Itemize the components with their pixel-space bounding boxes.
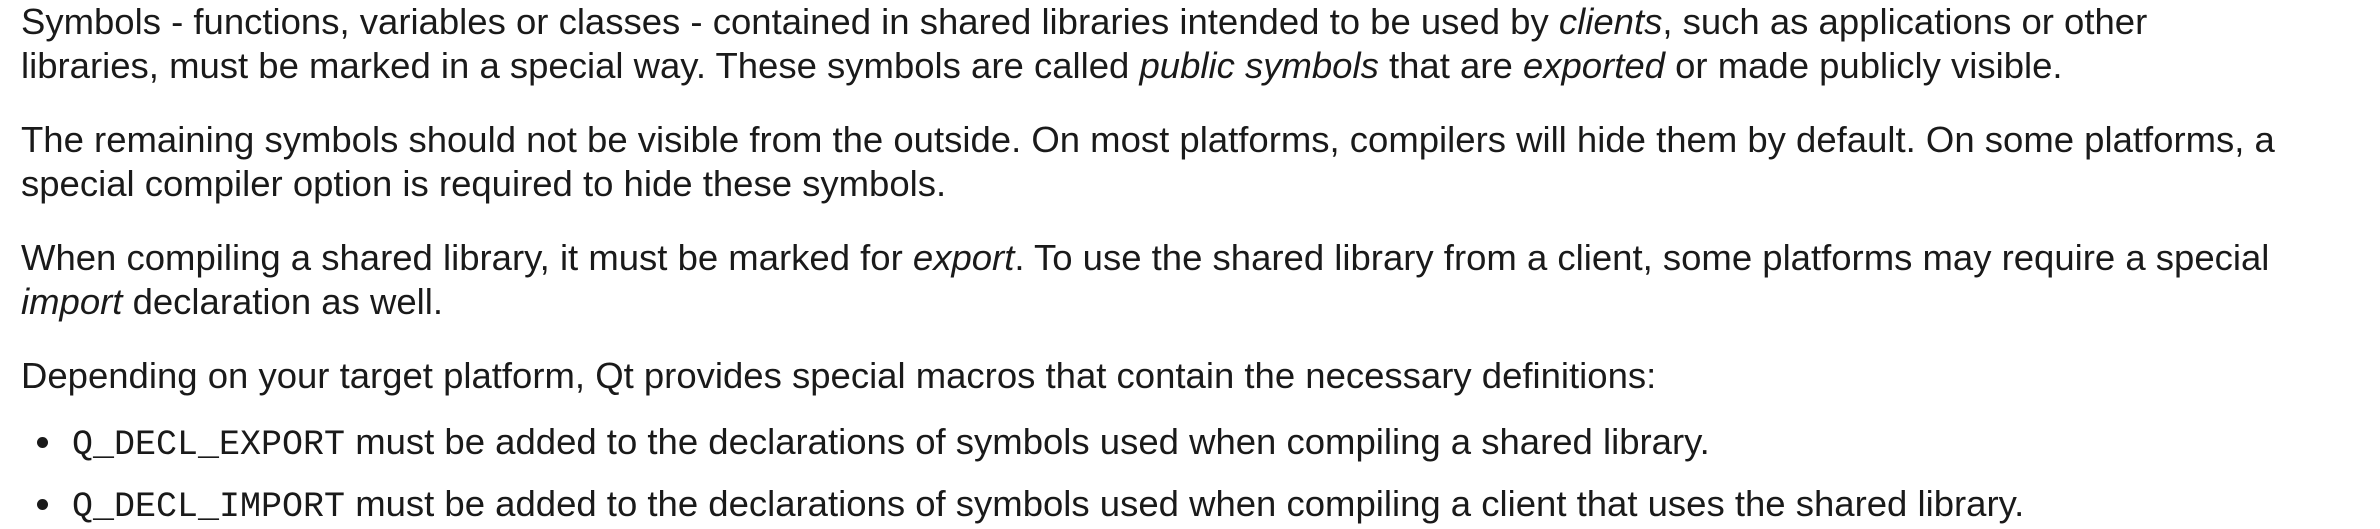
document-body: Symbols - functions, variables or classe… <box>21 0 2361 527</box>
paragraph-line: Symbols - functions, variables or classe… <box>21 0 2361 44</box>
macro-bullet-item: Q_DECL_IMPORT must be added to the decla… <box>21 482 2361 527</box>
text-run: The remaining symbols should not be visi… <box>21 119 2275 160</box>
emphasized-term: clients <box>1558 1 1663 42</box>
paragraph-line: When compiling a shared library, it must… <box>21 236 2361 280</box>
paragraph-line: import declaration as well. <box>21 280 2361 324</box>
text-run: libraries, must be marked in a special w… <box>21 45 1140 86</box>
bullet-dot-icon <box>37 499 48 510</box>
paragraph: Depending on your target platform, Qt pr… <box>21 354 2361 398</box>
macro-bullet-list: Q_DECL_EXPORT must be added to the decla… <box>21 420 2361 527</box>
text-run: or made publicly visible. <box>1664 45 2063 86</box>
text-run: Depending on your target platform, Qt pr… <box>21 355 1657 396</box>
paragraph-line: The remaining symbols should not be visi… <box>21 118 2361 162</box>
macro-bullet-item: Q_DECL_EXPORT must be added to the decla… <box>21 420 2361 465</box>
paragraph-list: Symbols - functions, variables or classe… <box>21 0 2361 398</box>
emphasized-term: export <box>912 237 1015 278</box>
paragraph-line: special compiler option is required to h… <box>21 162 2361 206</box>
emphasized-term: public symbols <box>1139 45 1379 86</box>
emphasized-term: exported <box>1522 45 1665 86</box>
bullet-dot-icon <box>37 437 48 448</box>
paragraph: The remaining symbols should not be visi… <box>21 118 2361 206</box>
text-run: , such as applications or other <box>1662 1 2148 42</box>
paragraph: When compiling a shared library, it must… <box>21 236 2361 324</box>
macro-code: Q_DECL_IMPORT <box>72 487 346 527</box>
text-run: When compiling a shared library, it must… <box>21 237 913 278</box>
text-run: declaration as well. <box>122 281 443 322</box>
macro-description: must be added to the declarations of sym… <box>345 483 2025 524</box>
text-run: . To use the shared library from a clien… <box>1014 237 2270 278</box>
paragraph-line: Depending on your target platform, Qt pr… <box>21 354 2361 398</box>
emphasized-term: import <box>21 281 123 322</box>
text-run: that are <box>1378 45 1523 86</box>
paragraph: Symbols - functions, variables or classe… <box>21 0 2361 88</box>
macro-code: Q_DECL_EXPORT <box>72 425 346 465</box>
macro-description: must be added to the declarations of sym… <box>345 421 1710 462</box>
text-run: Symbols - functions, variables or classe… <box>21 1 1559 42</box>
text-run: special compiler option is required to h… <box>21 163 947 204</box>
paragraph-line: libraries, must be marked in a special w… <box>21 44 2361 88</box>
